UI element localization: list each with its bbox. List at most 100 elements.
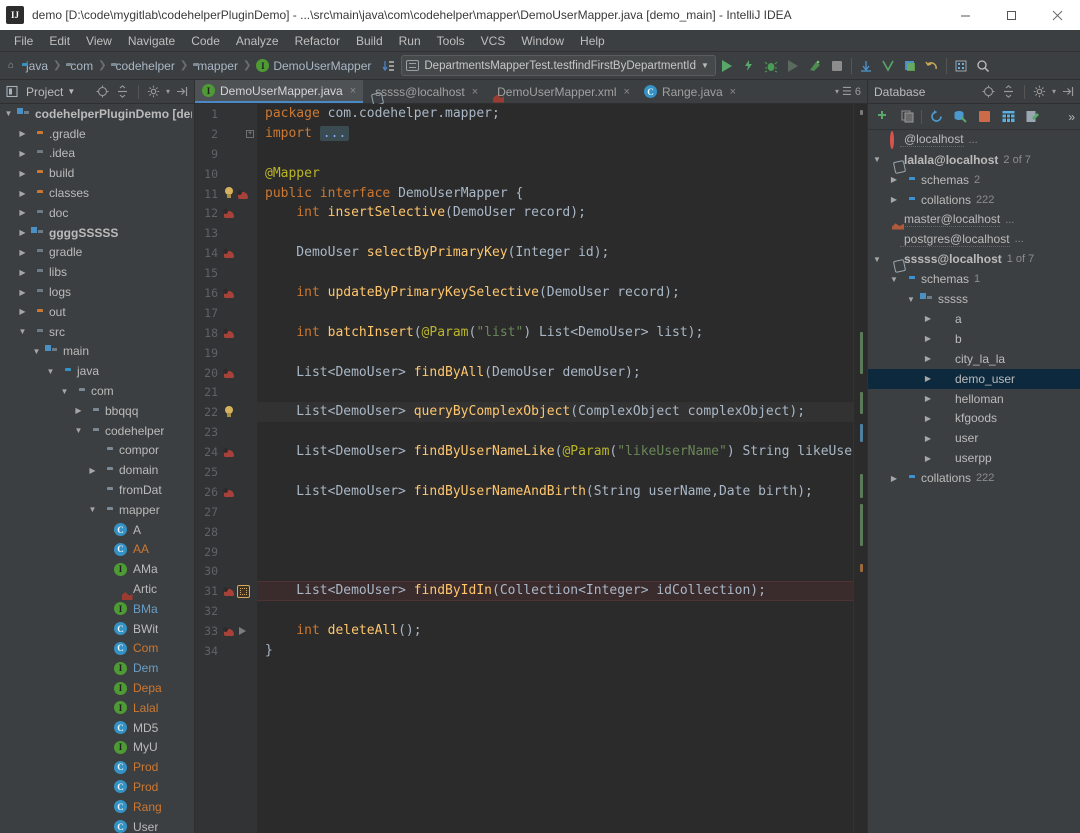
tree-item[interactable]: ▼mapper	[0, 500, 194, 520]
db-tree-item[interactable]: ▶demo_user	[868, 369, 1080, 389]
menu-item-analyze[interactable]: Analyze	[228, 32, 287, 50]
gutter-line[interactable]: 27	[195, 502, 257, 522]
tree-item[interactable]: ▼codehelper	[0, 421, 194, 441]
db-tree-item[interactable]: ▶city_la_la	[868, 349, 1080, 369]
spring-bean-icon[interactable]	[223, 367, 235, 379]
menu-item-tools[interactable]: Tools	[429, 32, 473, 50]
gutter-line[interactable]: 10	[195, 164, 257, 184]
locate-button[interactable]	[981, 84, 997, 100]
code-line[interactable]: List<DemoUser> findByIdIn(Collection<Int…	[257, 581, 853, 601]
chevron-right-icon[interactable]: ▶	[16, 149, 29, 158]
code-line[interactable]: @Mapper	[257, 164, 853, 184]
chevron-right-icon[interactable]: ▶	[921, 454, 935, 463]
code-line[interactable]: import ...	[257, 124, 853, 144]
code-line[interactable]	[257, 263, 853, 283]
db-tree-item[interactable]: ▼schemas1	[868, 269, 1080, 289]
tree-item[interactable]: compor	[0, 441, 194, 461]
spring-bean-icon[interactable]	[223, 287, 235, 299]
code-line[interactable]: }	[257, 641, 853, 661]
tree-item[interactable]: ▶domain	[0, 460, 194, 480]
menu-item-refactor[interactable]: Refactor	[287, 32, 348, 50]
chevron-right-icon[interactable]: ▶	[16, 228, 29, 237]
gutter-line[interactable]: 15	[195, 263, 257, 283]
editor-gutter[interactable]: 12+9101112131415161718192021222324252627…	[195, 104, 257, 833]
gutter-line[interactable]: 12	[195, 203, 257, 223]
hide-button[interactable]	[1060, 84, 1076, 100]
tree-item[interactable]: IBMa	[0, 599, 194, 619]
editor-tab-demousermapper-java[interactable]: IDemoUserMapper.java×	[195, 80, 363, 103]
chevron-down-icon[interactable]: ▼	[58, 387, 71, 396]
chevron-right-icon[interactable]: ▶	[16, 268, 29, 277]
chevron-right-icon[interactable]: ▶	[921, 314, 935, 323]
spring-bean-icon[interactable]	[223, 446, 235, 458]
menu-item-navigate[interactable]: Navigate	[120, 32, 183, 50]
menu-item-run[interactable]: Run	[391, 32, 429, 50]
db-tree-item[interactable]: ▼sssss@localhost1 of 7	[868, 249, 1080, 269]
gutter-line[interactable]: 22	[195, 402, 257, 422]
tree-item[interactable]: CAA	[0, 540, 194, 560]
close-icon[interactable]: ×	[624, 86, 630, 98]
menu-item-vcs[interactable]: VCS	[473, 32, 514, 50]
tree-item[interactable]: ILalal	[0, 698, 194, 718]
code-line[interactable]: int deleteAll();	[257, 621, 853, 641]
code-line[interactable]	[257, 223, 853, 243]
run-gutter-icon[interactable]	[239, 627, 246, 635]
datasource-properties-button[interactable]	[950, 107, 970, 127]
spring-bean-icon[interactable]	[223, 625, 235, 637]
chevron-right-icon[interactable]: ▶	[72, 406, 85, 415]
run-dim-button[interactable]	[782, 54, 804, 78]
chevron-down-icon[interactable]: ▼	[86, 505, 99, 514]
tree-item[interactable]: ▶doc	[0, 203, 194, 223]
chevron-right-icon[interactable]: ▶	[16, 307, 29, 316]
db-tree-item[interactable]: ▶a	[868, 309, 1080, 329]
chevron-right-icon[interactable]: ▶	[887, 175, 901, 184]
editor-marker-bar[interactable]	[853, 104, 867, 833]
chevron-right-icon[interactable]: ▶	[16, 288, 29, 297]
code-line[interactable]	[257, 343, 853, 363]
tree-item[interactable]: IDepa	[0, 678, 194, 698]
nav-home-icon[interactable]: ⌂	[4, 60, 18, 71]
gutter-line[interactable]: 26	[195, 482, 257, 502]
spring-bean-icon[interactable]	[223, 486, 235, 498]
gutter-line[interactable]: 16	[195, 283, 257, 303]
db-tree-item[interactable]: ▼lalala@localhost2 of 7	[868, 150, 1080, 170]
code-line[interactable]: List<DemoUser> findByAll(DemoUser demoUs…	[257, 363, 853, 383]
tree-item[interactable]: CA	[0, 520, 194, 540]
tree-item[interactable]: ▶gradle	[0, 243, 194, 263]
minimize-icon[interactable]	[942, 0, 988, 30]
gutter-line[interactable]: 30	[195, 561, 257, 581]
locate-button[interactable]	[95, 84, 111, 100]
gutter-line[interactable]: 19	[195, 343, 257, 363]
settings-button[interactable]	[146, 84, 162, 100]
gutter-line[interactable]: 28	[195, 522, 257, 542]
gutter-line[interactable]: 20	[195, 363, 257, 383]
tree-item[interactable]: ▶bbqqq	[0, 401, 194, 421]
tree-item[interactable]: ▶.gradle	[0, 124, 194, 144]
code-line[interactable]	[257, 422, 853, 442]
chevron-down-icon[interactable]: ▼	[870, 155, 884, 164]
jump-to-query-console-button[interactable]	[998, 107, 1018, 127]
code-line[interactable]	[257, 144, 853, 164]
gutter-line[interactable]: 31	[195, 581, 257, 601]
code-line[interactable]	[257, 522, 853, 542]
db-tree-item[interactable]: ▼sssss	[868, 289, 1080, 309]
gutter-line[interactable]: 18	[195, 323, 257, 343]
undo-button[interactable]	[921, 54, 943, 78]
chevron-right-icon[interactable]: ▶	[921, 394, 935, 403]
breadcrumb-item-codehelper[interactable]: codehelper	[107, 59, 178, 73]
chevron-down-icon[interactable]: ▼	[30, 347, 43, 356]
gutter-line[interactable]: 9	[195, 144, 257, 164]
db-tree-item[interactable]: @localhost...	[868, 130, 1080, 150]
spring-bean-icon[interactable]	[237, 188, 249, 200]
tree-item[interactable]: ▶logs	[0, 282, 194, 302]
run-with-profiler-button[interactable]	[738, 54, 760, 78]
collapse-all-button[interactable]	[1001, 84, 1017, 100]
tree-item[interactable]: CBWit	[0, 619, 194, 639]
gutter-line[interactable]: 25	[195, 462, 257, 482]
tree-item[interactable]: CProd	[0, 777, 194, 797]
db-tree-item[interactable]: ▶collations222	[868, 468, 1080, 488]
gutter-line[interactable]: 21	[195, 382, 257, 402]
code-line[interactable]: int insertSelective(DemoUser record);	[257, 203, 853, 223]
chevron-right-icon[interactable]: ▶	[921, 374, 935, 383]
gutter-line[interactable]: 14	[195, 243, 257, 263]
